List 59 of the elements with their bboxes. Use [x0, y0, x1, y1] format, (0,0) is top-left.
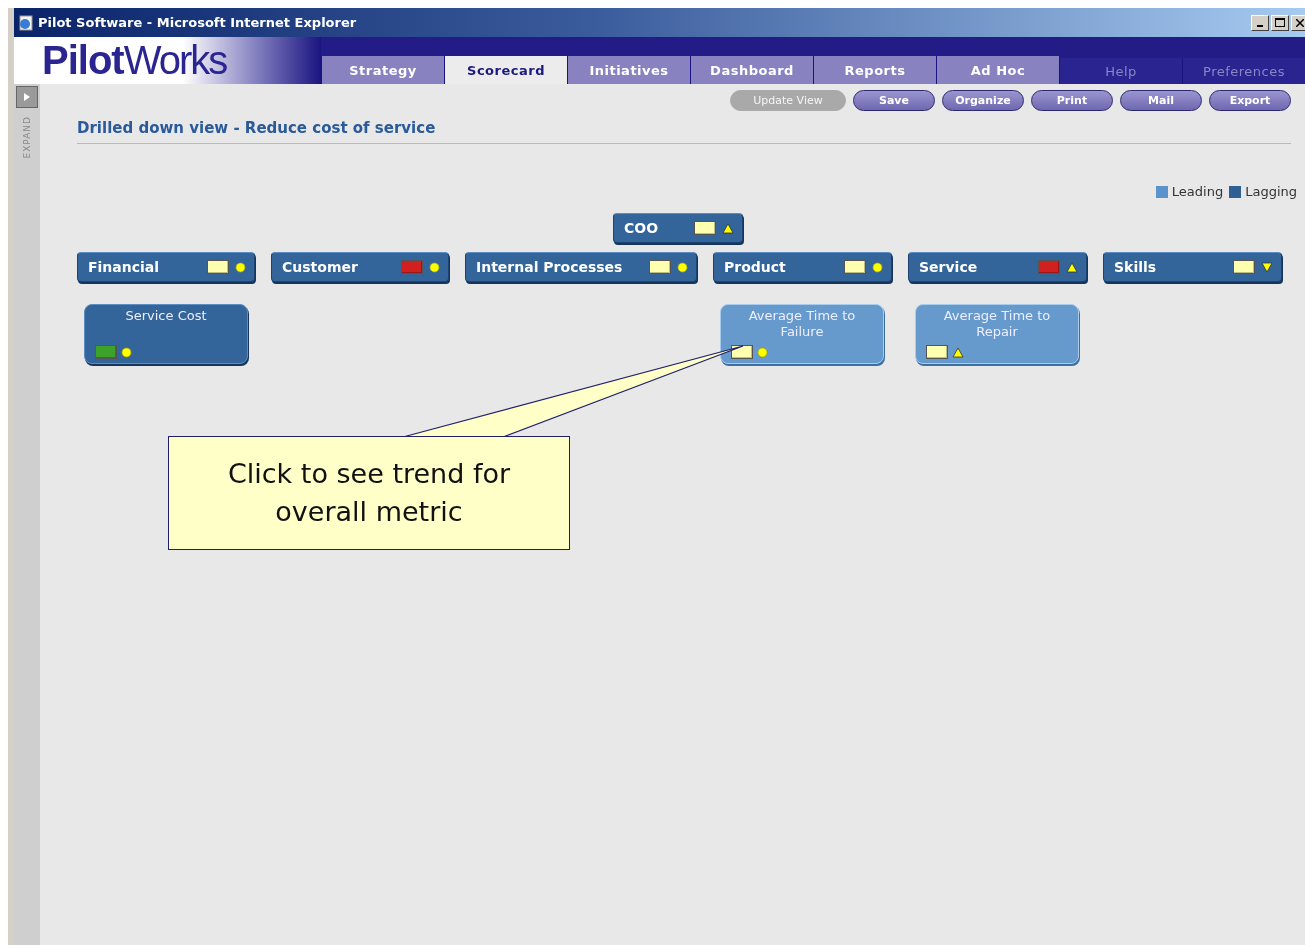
up-triangle-icon [952, 346, 964, 358]
perspective-node[interactable]: Skills [1103, 252, 1282, 282]
perspective-node[interactable]: Product [713, 252, 892, 282]
metric-card[interactable]: Average Time to Failure [720, 304, 884, 364]
close-button[interactable] [1291, 14, 1305, 31]
legend-label: Lagging [1245, 184, 1297, 199]
perspective-node[interactable]: Service [908, 252, 1087, 282]
metric-name: Average Time to Failure [747, 308, 857, 340]
node-name: Customer [282, 259, 359, 275]
node-name: Financial [88, 259, 161, 275]
logo: PilotWorks [14, 37, 321, 84]
nav-tab[interactable]: Help [1059, 58, 1182, 84]
browser-icon [18, 14, 34, 31]
maximize-icon [1275, 18, 1285, 27]
status-dot-icon [677, 261, 688, 273]
caret-icon [24, 93, 30, 101]
minimize-icon [1257, 24, 1263, 27]
expand-button[interactable] [16, 86, 38, 108]
status-dot-icon [757, 346, 768, 358]
toolbar-button[interactable]: Mail [1120, 90, 1202, 111]
page-heading: Drilled down view - Reduce cost of service [77, 119, 1291, 144]
metric-card[interactable]: Service Cost [84, 304, 248, 364]
up-triangle-icon [1066, 261, 1078, 273]
nav-tab[interactable]: Scorecard [444, 56, 567, 84]
toolbar-button[interactable]: Organize [942, 90, 1024, 111]
nav-tab[interactable]: Initiatives [567, 56, 690, 84]
nav-tab[interactable]: Strategy [321, 56, 444, 84]
node-name: Service [919, 259, 979, 275]
expand-label[interactable]: EXPAND [22, 116, 32, 159]
metric-card[interactable]: Average Time to Repair [915, 304, 1079, 364]
perspective-node[interactable]: Internal Processes [465, 252, 697, 282]
close-icon [1296, 18, 1304, 27]
metric-name: Service Cost [124, 308, 208, 324]
nav-tab[interactable]: Dashboard [690, 56, 813, 84]
scorecard-node[interactable]: COO [613, 213, 743, 243]
node-name: Skills [1114, 259, 1158, 275]
legend-label: Leading [1171, 184, 1224, 199]
callout-note: Click to see trend for overall metric [168, 436, 570, 550]
node-name: Internal Processes [476, 259, 624, 275]
up-triangle-icon [722, 222, 734, 234]
status-dot-icon [235, 261, 246, 273]
perspective-node[interactable]: Customer [271, 252, 449, 282]
status-dot-icon [429, 261, 440, 273]
node-name: Product [724, 259, 787, 275]
status-dot-icon [121, 346, 132, 358]
metric-name: Average Time to Repair [942, 308, 1052, 340]
down-triangle-icon [1261, 261, 1273, 273]
nav-tab[interactable]: Preferences [1182, 58, 1305, 84]
node-name: COO [624, 220, 660, 236]
toolbar-button[interactable]: Print [1031, 90, 1113, 111]
toolbar-button[interactable]: Save [853, 90, 935, 111]
toolbar-button[interactable]: Export [1209, 90, 1291, 111]
nav-tab[interactable]: Ad Hoc [936, 56, 1059, 84]
window-title: Pilot Software - Microsoft Internet Explorer [38, 15, 358, 30]
minimize-button[interactable] [1251, 14, 1269, 31]
nav-tab[interactable]: Reports [813, 56, 936, 84]
maximize-button[interactable] [1271, 14, 1289, 31]
status-dot-icon [872, 261, 883, 273]
perspective-node[interactable]: Financial [77, 252, 255, 282]
